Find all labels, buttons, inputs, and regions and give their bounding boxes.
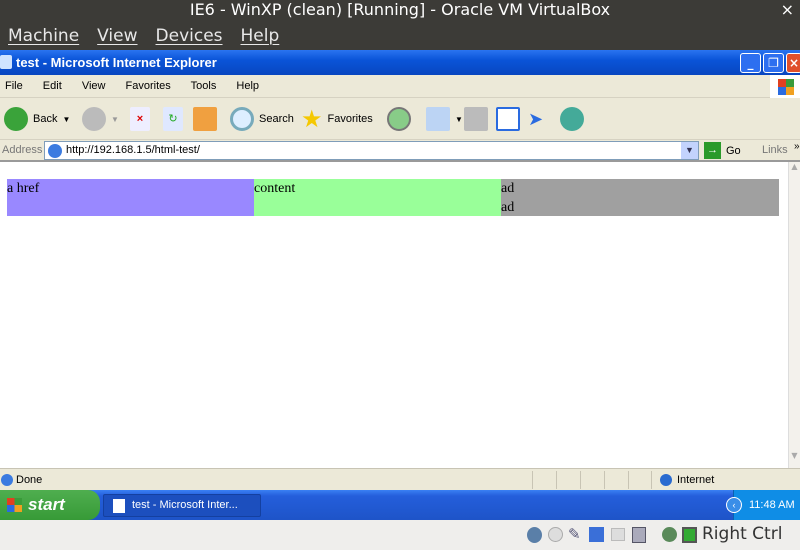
edit-page-icon	[496, 107, 520, 131]
vbox-status-bar: ✎ Right Ctrl	[0, 520, 800, 550]
go-arrow-icon: →	[704, 142, 721, 159]
menu-file[interactable]: File	[5, 80, 23, 92]
back-button[interactable]: Back ▼	[4, 106, 70, 132]
cursor-icon: ➤	[528, 108, 544, 129]
cell-ad: ad ad	[501, 179, 779, 216]
optical-drive-icon[interactable]	[548, 527, 563, 542]
status-panes	[532, 471, 652, 489]
back-arrow-icon	[4, 107, 28, 131]
system-tray: ‹ 11:48 AM	[726, 490, 800, 520]
address-input[interactable]: http://192.168.1.5/html-test/ ▼	[44, 141, 699, 160]
ie-menubar: File Edit View Favorites Tools Help	[0, 75, 800, 98]
menu-view[interactable]: View	[82, 80, 106, 92]
star-icon: ★	[301, 105, 323, 133]
toolbar: Back ▼ ▼ × ↻ Search ★ Favorites ▼ ➤	[0, 98, 800, 140]
globe-icon	[660, 474, 672, 486]
edit-button[interactable]	[496, 106, 520, 132]
search-button[interactable]: Search	[230, 106, 294, 132]
menu-view[interactable]: View	[97, 22, 137, 50]
mouse-integration-icon[interactable]	[662, 527, 677, 542]
menu-help[interactable]: Help	[241, 22, 280, 50]
keyboard-capture-icon[interactable]	[682, 527, 697, 543]
stop-button[interactable]: ×	[130, 106, 150, 132]
address-dropdown-button[interactable]: ▼	[681, 142, 698, 159]
page-content: a href content ad ad	[0, 162, 788, 468]
ie-title-bar: test - Microsoft Internet Explorer	[0, 50, 800, 75]
print-button[interactable]	[464, 106, 488, 132]
menu-tools[interactable]: Tools	[191, 80, 217, 92]
printer-icon	[464, 107, 488, 131]
ie-icon	[0, 55, 12, 69]
start-button[interactable]: start	[0, 490, 100, 520]
tray-expand-icon[interactable]: ‹	[726, 497, 742, 513]
refresh-button[interactable]: ↻	[163, 106, 183, 132]
go-button[interactable]: → Go	[704, 142, 741, 159]
minimize-button[interactable]: _	[740, 53, 761, 73]
vbox-menubar: Machine View Devices Help	[0, 22, 800, 50]
discuss-button[interactable]: ➤	[528, 106, 543, 132]
messenger-icon	[560, 107, 584, 131]
hard-disk-icon[interactable]	[527, 527, 542, 543]
page-icon	[1, 474, 13, 486]
search-icon	[230, 107, 254, 131]
menu-edit[interactable]: Edit	[43, 80, 62, 92]
clock: 11:48 AM	[749, 499, 795, 511]
history-icon	[387, 107, 411, 131]
taskbar: start test - Microsoft Inter... ‹ 11:48 A…	[0, 490, 800, 520]
vbox-close-button[interactable]: ×	[781, 0, 794, 20]
favorites-button[interactable]: ★ Favorites	[301, 105, 373, 133]
vertical-scrollbar[interactable]: ▲ ▼	[788, 162, 800, 468]
menu-devices[interactable]: Devices	[156, 22, 223, 50]
links-chevron-icon[interactable]: »	[794, 141, 800, 152]
stop-icon: ×	[130, 107, 150, 131]
status-bar: Done Internet	[0, 468, 800, 490]
address-bar: Address http://192.168.1.5/html-test/ ▼ …	[0, 140, 800, 162]
ie-icon	[113, 499, 125, 513]
network-icon[interactable]	[589, 527, 604, 542]
ie-title: test - Microsoft Internet Explorer	[16, 55, 217, 70]
mail-icon	[426, 107, 450, 131]
zone-text: Internet	[677, 474, 715, 486]
restore-button[interactable]: ❐	[763, 53, 784, 73]
host-key-label: Right Ctrl	[702, 524, 783, 544]
forward-button[interactable]: ▼	[82, 106, 119, 132]
status-text: Done	[16, 474, 43, 486]
history-button[interactable]	[387, 106, 411, 132]
mail-button[interactable]: ▼	[426, 106, 463, 132]
messenger-button[interactable]	[560, 106, 584, 132]
taskbar-ie-button[interactable]: test - Microsoft Inter...	[103, 494, 261, 517]
ie-page-icon	[48, 144, 62, 158]
windows-logo-icon	[770, 75, 800, 98]
vbox-title: IE6 - WinXP (clean) [Running] - Oracle V…	[189, 0, 611, 19]
forward-arrow-icon	[82, 107, 106, 131]
menu-favorites[interactable]: Favorites	[126, 80, 171, 92]
refresh-icon: ↻	[163, 107, 183, 131]
home-icon	[193, 107, 217, 131]
links-button[interactable]: Links	[762, 144, 788, 156]
close-button[interactable]: ×	[786, 53, 800, 73]
address-label: Address	[2, 144, 43, 156]
menu-machine[interactable]: Machine	[8, 22, 79, 50]
shared-folder-icon[interactable]	[611, 528, 625, 541]
windows-flag-icon	[7, 498, 22, 512]
cell-content: content	[254, 179, 501, 216]
vm-display-icon[interactable]	[632, 527, 646, 543]
home-button[interactable]	[193, 106, 217, 132]
menu-help[interactable]: Help	[236, 80, 259, 92]
usb-icon[interactable]: ✎	[568, 525, 581, 543]
cell-link[interactable]: a href	[7, 179, 254, 216]
